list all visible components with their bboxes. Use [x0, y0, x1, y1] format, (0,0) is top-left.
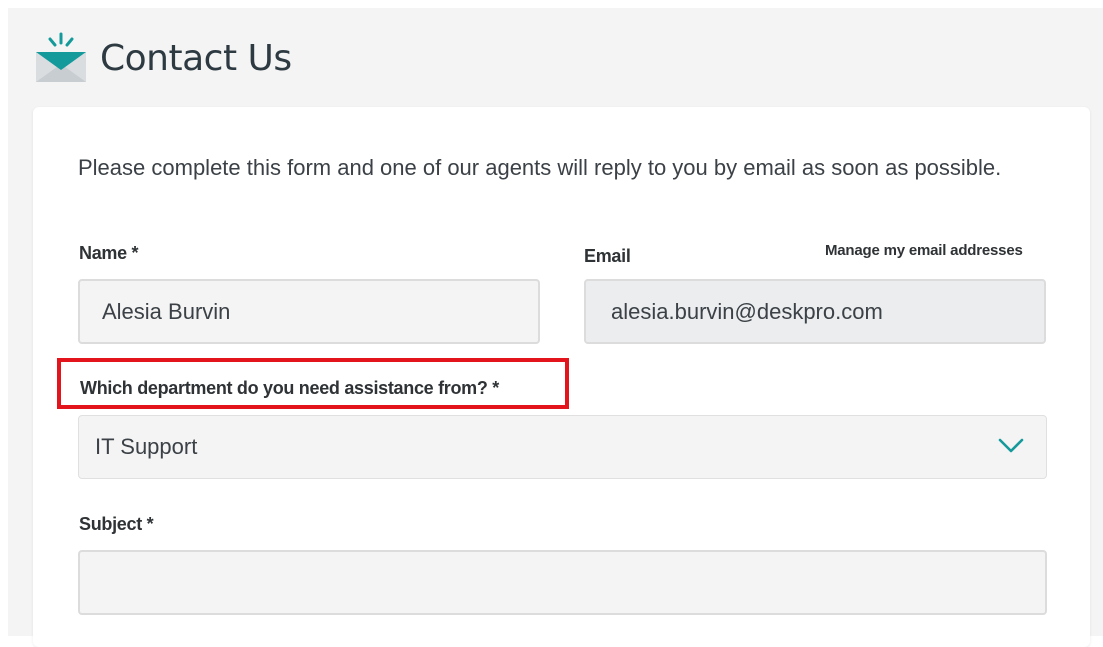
page-title: Contact Us	[100, 37, 292, 79]
manage-email-link[interactable]: Manage my email addresses	[825, 242, 1023, 259]
department-selected-value: IT Support	[95, 434, 198, 459]
envelope-icon	[36, 32, 86, 82]
email-label: Email	[584, 246, 631, 266]
subject-field[interactable]	[78, 550, 1047, 615]
name-label: Name *	[79, 243, 139, 263]
page: Contact Us Please complete this form and…	[8, 8, 1103, 647]
form-intro-text: Please complete this form and one of our…	[78, 155, 1002, 180]
email-field: alesia.burvin@deskpro.com	[584, 279, 1046, 344]
subject-label: Subject *	[79, 514, 154, 534]
contact-form-card: Please complete this form and one of our…	[33, 107, 1090, 647]
department-select[interactable]: IT Support	[78, 415, 1047, 479]
chevron-down-icon	[998, 438, 1024, 453]
name-field[interactable]: Alesia Burvin	[78, 279, 540, 344]
page-header: Contact Us	[34, 28, 292, 88]
department-label: Which department do you need assistance …	[80, 378, 499, 398]
